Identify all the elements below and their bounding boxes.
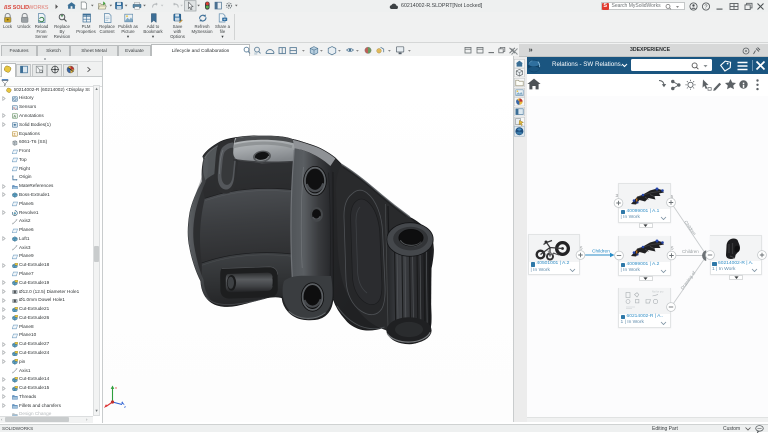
svg-text:x: x [115, 385, 117, 390]
svg-text:SOLID: SOLID [13, 4, 29, 10]
svg-text:A: A [13, 114, 16, 119]
svg-text:?: ? [704, 4, 707, 10]
svg-text:WORKS: WORKS [28, 4, 48, 10]
svg-text:ßS: ßS [4, 4, 12, 10]
svg-text:z: z [124, 404, 126, 409]
